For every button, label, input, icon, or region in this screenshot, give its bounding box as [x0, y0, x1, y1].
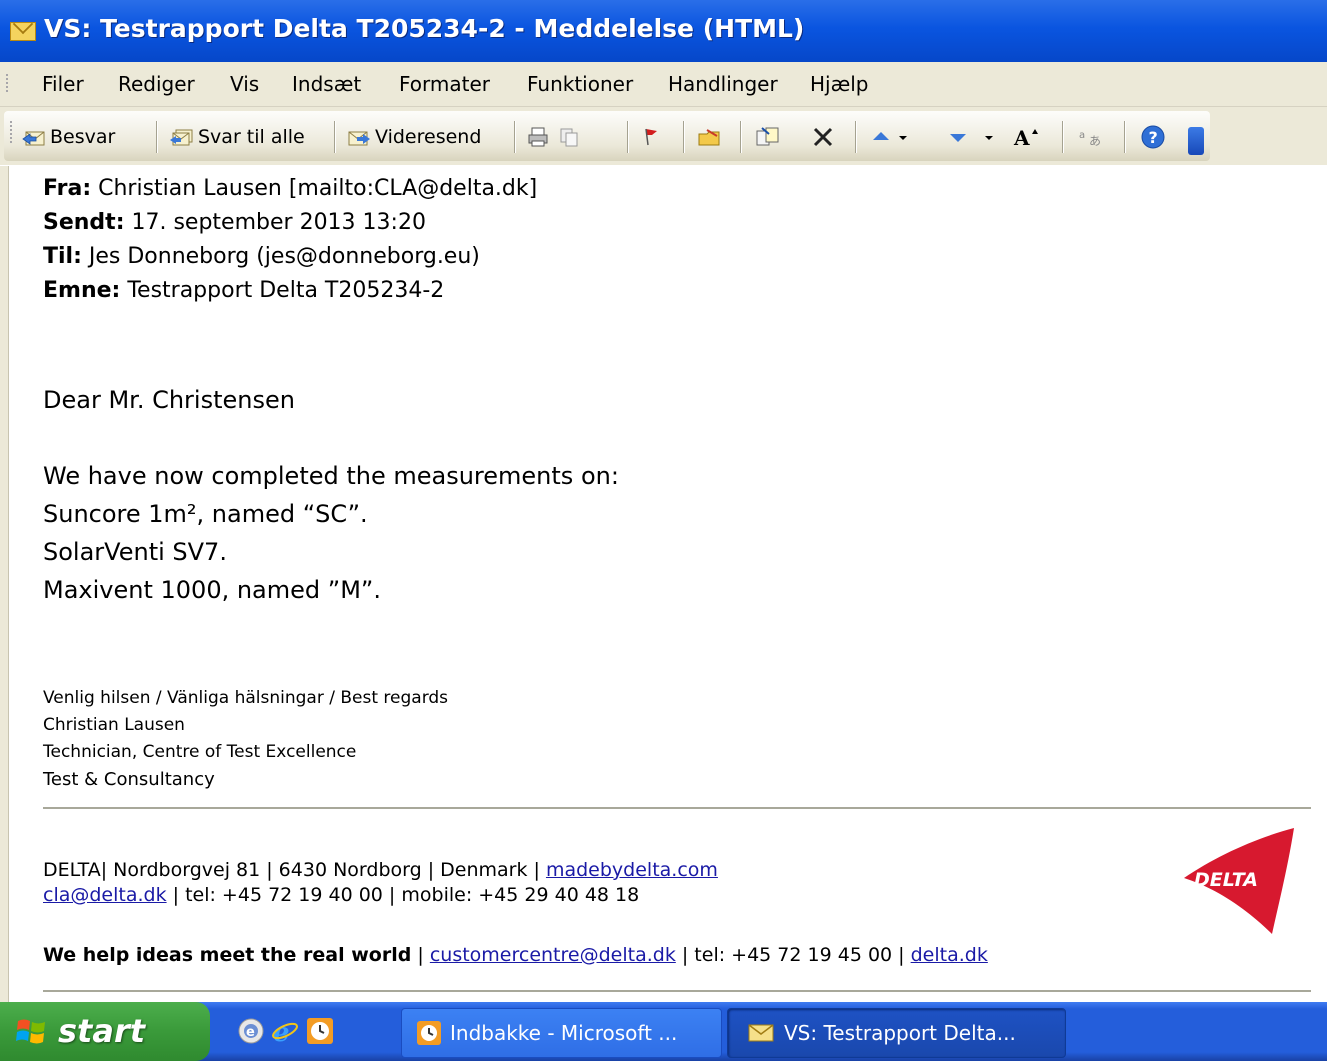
- toolbar-separator: [1062, 121, 1063, 153]
- toolbar-separator: [1124, 121, 1125, 153]
- next-dropdown-icon[interactable]: [983, 126, 995, 148]
- slogan: We help ideas meet the real world: [43, 944, 412, 966]
- header-from: Fra: Christian Lausen [mailto:CLA@delta.…: [43, 176, 538, 201]
- reply-icon: [22, 131, 45, 146]
- footer-address: DELTA| Nordborgvej 81 | 6430 Nordborg | …: [43, 859, 718, 881]
- forward-label: Videresend: [375, 126, 482, 148]
- divider: [43, 990, 1311, 992]
- menu-tools[interactable]: Funktioner: [527, 72, 633, 96]
- svg-text:A: A: [1013, 126, 1030, 148]
- header-to: Til: Jes Donneborg (jes@donneborg.eu): [43, 244, 480, 269]
- forward-icon: [348, 131, 370, 146]
- reply-all-button[interactable]: Svar til alle: [170, 123, 305, 151]
- taskbar-item-message[interactable]: VS: Testrapport Delta...: [727, 1008, 1066, 1058]
- start-button[interactable]: start: [0, 1002, 210, 1061]
- menu-edit[interactable]: Rediger: [118, 72, 195, 96]
- customer-email-link[interactable]: customercentre@delta.dk: [430, 944, 676, 966]
- signature-role: Technician, Centre of Test Excellence: [43, 742, 357, 762]
- start-label: start: [58, 1012, 146, 1050]
- signature-name: Christian Lausen: [43, 715, 185, 735]
- help-icon[interactable]: ?: [1140, 124, 1166, 150]
- header-sent: Sendt: 17. september 2013 13:20: [43, 210, 426, 235]
- title-bar[interactable]: VS: Testrapport Delta T205234-2 - Meddel…: [0, 0, 1327, 62]
- toolbar-separator: [334, 121, 335, 153]
- taskbar-item-inbox[interactable]: Indbakke - Microsoft ...: [401, 1008, 722, 1058]
- encoding-icon[interactable]: aあ: [1077, 126, 1105, 148]
- svg-text:a: a: [1079, 130, 1085, 141]
- reply-button[interactable]: Besvar: [22, 123, 115, 151]
- toolbar-separator: [855, 121, 856, 153]
- taskbar: start e e Indbakke - Microsoft ... VS: T…: [0, 1002, 1327, 1061]
- reply-label: Besvar: [50, 126, 116, 148]
- menu-help[interactable]: Hjælp: [810, 72, 869, 96]
- svg-text:?: ?: [1149, 128, 1158, 147]
- forward-button[interactable]: Videresend: [347, 123, 481, 151]
- menu-format[interactable]: Formater: [399, 72, 490, 96]
- toolbar: Besvar Svar til alle Videresend A aあ ?: [0, 107, 1327, 165]
- menu-actions[interactable]: Handlinger: [668, 72, 778, 96]
- svg-text:DELTA: DELTA: [1194, 869, 1258, 891]
- toolbar-separator: [156, 121, 157, 153]
- mail-icon: [748, 1024, 774, 1042]
- previous-item-icon[interactable]: [870, 126, 892, 148]
- next-item-icon[interactable]: [947, 126, 969, 148]
- toolbar-options-chevron-icon[interactable]: [1188, 127, 1204, 155]
- window-title: VS: Testrapport Delta T205234-2 - Meddel…: [44, 14, 805, 43]
- greeting: Dear Mr. Christensen: [43, 386, 295, 414]
- toolbar-grip-icon[interactable]: [10, 121, 13, 145]
- reply-all-icon: [170, 129, 193, 146]
- signature-dept: Test & Consultancy: [43, 769, 215, 790]
- outlook-quicklaunch-icon[interactable]: e: [236, 1016, 266, 1046]
- toolbar-separator: [683, 121, 684, 153]
- windows-flag-icon: [16, 1019, 45, 1044]
- signature-regards: Venlig hilsen / Vänliga hälsningar / Bes…: [43, 688, 449, 708]
- header-subject: Emne: Testrapport Delta T205234-2: [43, 278, 445, 303]
- taskbar-item-label: Indbakke - Microsoft ...: [450, 1021, 678, 1045]
- outlook-icon: [417, 1021, 441, 1045]
- divider: [43, 807, 1311, 809]
- delete-icon[interactable]: [812, 126, 834, 148]
- svg-text:あ: あ: [1089, 134, 1101, 148]
- copy-icon[interactable]: [558, 126, 580, 148]
- print-icon[interactable]: [527, 126, 549, 148]
- body-line: SolarVenti SV7.: [43, 538, 227, 566]
- taskbar-item-label: VS: Testrapport Delta...: [784, 1021, 1016, 1045]
- menu-grip-icon[interactable]: [6, 74, 9, 94]
- menu-view[interactable]: Vis: [230, 72, 259, 96]
- body-line: Suncore 1m², named “SC”.: [43, 500, 368, 528]
- flag-icon[interactable]: [640, 126, 662, 148]
- menu-bar: Filer Rediger Vis Indsæt Formater Funkti…: [0, 62, 1327, 107]
- toolbar-separator: [740, 121, 741, 153]
- menu-insert[interactable]: Indsæt: [292, 72, 361, 96]
- reply-all-label: Svar til alle: [198, 126, 305, 148]
- toolbar-separator: [514, 121, 515, 153]
- internet-explorer-icon[interactable]: e: [270, 1016, 300, 1046]
- move-icon[interactable]: [754, 126, 782, 148]
- body-line: Maxivent 1000, named ”M”.: [43, 576, 381, 604]
- email-link[interactable]: cla@delta.dk: [43, 884, 167, 906]
- svg-text:e: e: [246, 1025, 255, 1040]
- domain-link[interactable]: delta.dk: [911, 944, 988, 966]
- body-line: We have now completed the measurements o…: [43, 462, 619, 490]
- delta-logo: DELTA: [1184, 828, 1294, 934]
- website-link[interactable]: madebydelta.com: [546, 859, 718, 881]
- footer-slogan-line: We help ideas meet the real world | cust…: [43, 944, 988, 966]
- previous-dropdown-icon[interactable]: [897, 126, 909, 148]
- font-size-icon[interactable]: A: [1012, 126, 1042, 148]
- mail-icon: [10, 22, 36, 41]
- clock-app-icon[interactable]: [305, 1016, 335, 1046]
- move-to-folder-icon[interactable]: [697, 126, 725, 148]
- footer-contact: cla@delta.dk | tel: +45 72 19 40 00 | mo…: [43, 884, 640, 906]
- menu-file[interactable]: Filer: [42, 72, 84, 96]
- message-body: Fra: Christian Lausen [mailto:CLA@delta.…: [0, 166, 1327, 1002]
- toolbar-separator: [627, 121, 628, 153]
- left-border: [0, 166, 9, 1002]
